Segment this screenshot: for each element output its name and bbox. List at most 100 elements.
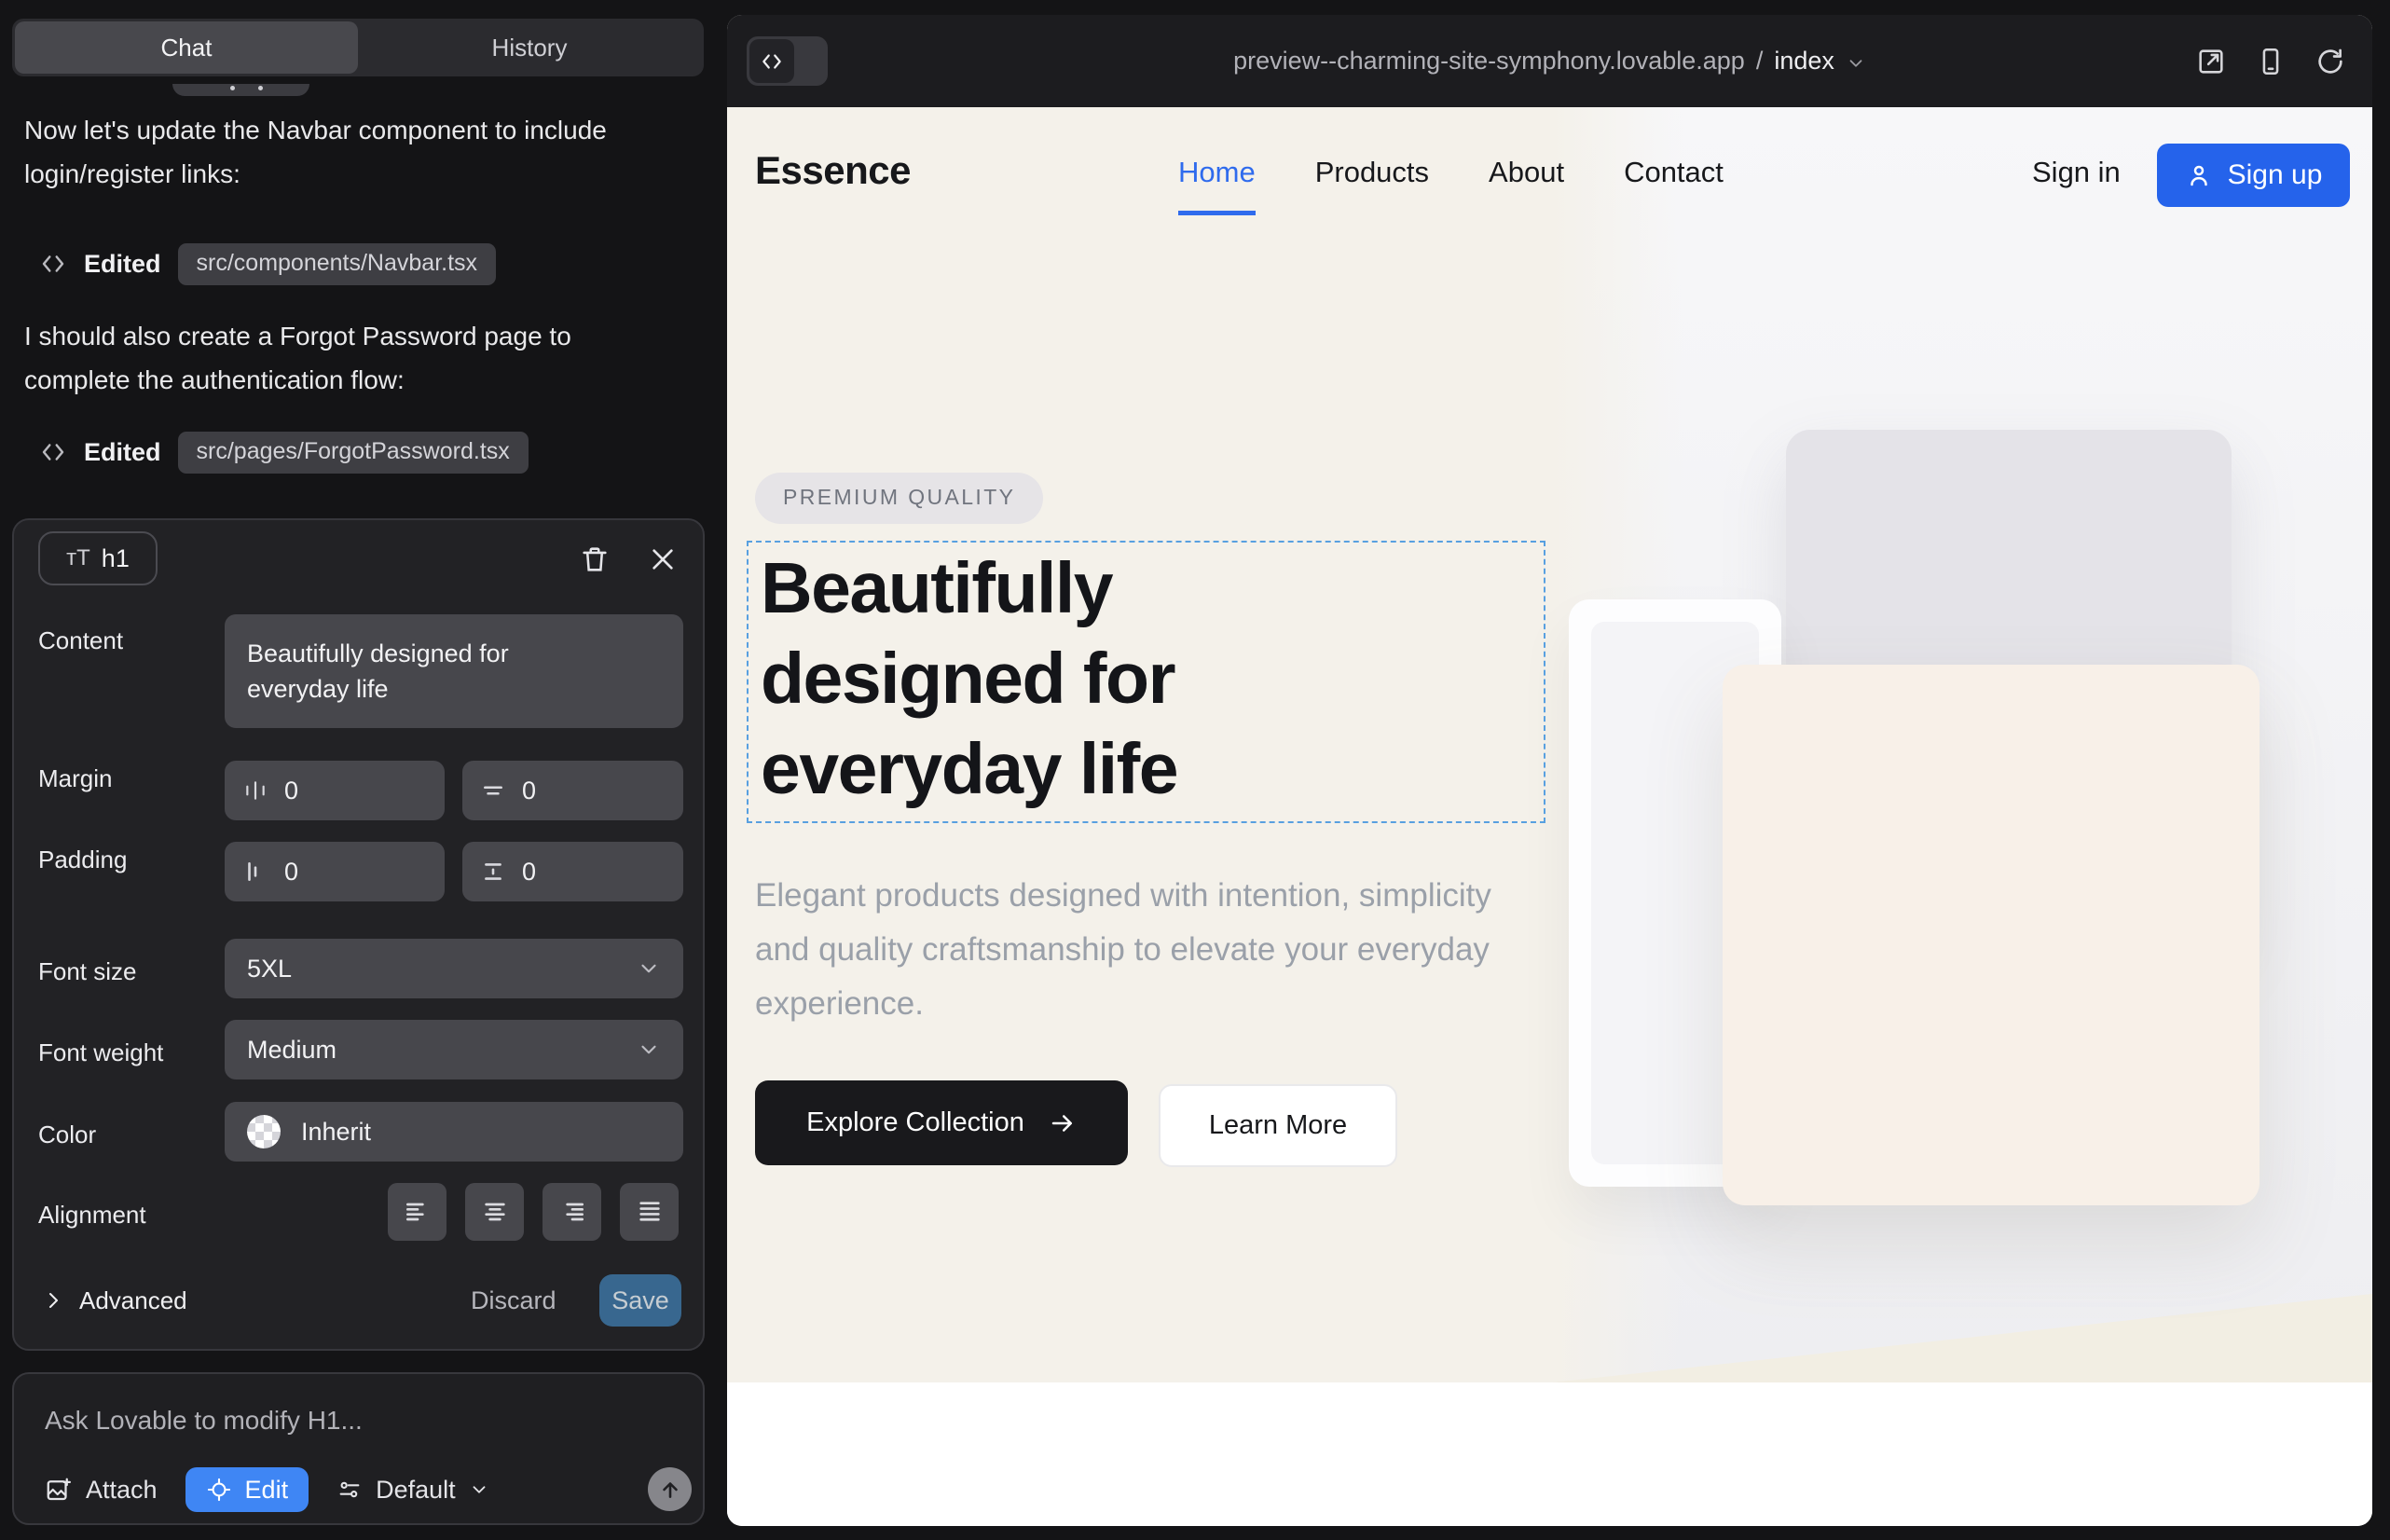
align-center-icon <box>480 1197 510 1227</box>
edit-label: Edit <box>245 1476 289 1505</box>
open-external-button[interactable] <box>2195 46 2227 77</box>
mobile-view-button[interactable] <box>2255 46 2287 77</box>
trash-icon <box>579 543 611 575</box>
explore-collection-button[interactable]: Explore Collection <box>755 1080 1128 1165</box>
font-size-select[interactable]: 5XL <box>225 939 683 998</box>
align-left-icon <box>403 1197 433 1227</box>
app-root: Chat History Now let's update the Navbar… <box>0 0 2390 1540</box>
margin-vertical-icon <box>481 778 505 803</box>
padding-horizontal-icon <box>243 859 268 884</box>
align-center-button[interactable] <box>465 1183 524 1241</box>
chat-message: Now let's update the Navbar component to… <box>24 108 621 196</box>
site-logo[interactable]: Essence <box>755 148 911 193</box>
attach-label: Attach <box>86 1476 158 1505</box>
edited-label: Edited <box>84 438 161 467</box>
preview-actions <box>2195 15 2346 107</box>
arrow-up-icon <box>658 1478 682 1502</box>
element-editor-panel: тT h1 Content Beautifully designed for e… <box>12 518 705 1351</box>
url-page: index <box>1774 47 1834 76</box>
advanced-toggle[interactable]: Advanced <box>42 1272 187 1329</box>
color-select[interactable]: Inherit <box>225 1102 683 1162</box>
explore-collection-label: Explore Collection <box>806 1107 1024 1138</box>
edited-file-row: Edited src/components/Navbar.tsx <box>39 242 496 285</box>
padding-x-input[interactable]: 0 <box>225 842 445 901</box>
file-chip[interactable]: src/components/Navbar.tsx <box>178 243 497 285</box>
align-right-button[interactable] <box>543 1183 601 1241</box>
transparency-swatch-icon <box>247 1115 281 1148</box>
discard-button[interactable]: Discard <box>471 1272 556 1329</box>
edit-mode-button[interactable]: Edit <box>185 1467 309 1512</box>
target-icon <box>206 1477 232 1503</box>
sign-in-link[interactable]: Sign in <box>2032 156 2121 189</box>
preview-window: preview--charming-site-symphony.lovable.… <box>727 15 2372 1526</box>
preview-url: preview--charming-site-symphony.lovable.… <box>1233 47 1745 76</box>
arrow-right-icon <box>1049 1109 1077 1137</box>
margin-y-value: 0 <box>522 777 536 805</box>
font-weight-value: Medium <box>247 1036 337 1065</box>
color-label: Color <box>38 1121 96 1149</box>
close-editor-button[interactable] <box>644 541 681 578</box>
file-chip[interactable]: src/pages/ForgotPassword.tsx <box>178 432 529 474</box>
padding-y-input[interactable]: 0 <box>462 842 683 901</box>
nav-link-home[interactable]: Home <box>1178 156 1256 189</box>
chevron-down-icon <box>637 956 661 981</box>
nav-link-products[interactable]: Products <box>1315 156 1429 189</box>
align-left-button[interactable] <box>388 1183 446 1241</box>
content-input[interactable]: Beautifully designed for everyday life <box>225 614 683 728</box>
mobile-icon <box>2255 46 2287 77</box>
premium-quality-badge: PREMIUM QUALITY <box>755 473 1043 524</box>
preview-toolbar: preview--charming-site-symphony.lovable.… <box>727 15 2372 107</box>
margin-x-value: 0 <box>284 777 298 805</box>
chevron-down-icon <box>637 1038 661 1062</box>
sign-up-button[interactable]: Sign up <box>2157 144 2350 207</box>
font-size-value: 5XL <box>247 955 292 983</box>
url-dropdown[interactable]: preview--charming-site-symphony.lovable.… <box>727 15 2372 107</box>
learn-more-button[interactable]: Learn More <box>1159 1084 1397 1167</box>
hero-description: Elegant products designed with intention… <box>755 869 1501 1031</box>
margin-x-input[interactable]: 0 <box>225 761 445 820</box>
nav-link-contact[interactable]: Contact <box>1624 156 1724 189</box>
default-mode-dropdown[interactable]: Default <box>337 1476 489 1505</box>
hero-section: Essence Home Products About Contact Sign… <box>727 107 2372 1382</box>
user-icon <box>2185 161 2213 189</box>
scrolled-chip-fragment <box>172 84 309 96</box>
padding-x-value: 0 <box>284 858 298 887</box>
chat-composer: Ask Lovable to modify H1... Attach Edit … <box>12 1372 705 1525</box>
refresh-button[interactable] <box>2314 46 2346 77</box>
image-plus-icon <box>45 1476 73 1504</box>
edited-label: Edited <box>84 250 161 279</box>
edited-file-row: Edited src/pages/ForgotPassword.tsx <box>39 431 529 474</box>
alignment-label: Alignment <box>38 1201 146 1230</box>
content-value: Beautifully designed for everyday life <box>247 636 555 707</box>
send-button[interactable] <box>648 1467 692 1511</box>
margin-y-input[interactable]: 0 <box>462 761 683 820</box>
decor-card-cream <box>1723 665 2260 1205</box>
type-icon: тT <box>66 545 90 571</box>
site-canvas: Essence Home Products About Contact Sign… <box>727 107 2372 1526</box>
save-button[interactable]: Save <box>599 1274 681 1327</box>
delete-element-button[interactable] <box>576 541 613 578</box>
font-size-label: Font size <box>38 957 137 986</box>
composer-toolbar: Attach Edit Default <box>45 1467 489 1512</box>
site-nav: Home Products About Contact <box>1178 156 1724 189</box>
selected-element-tag[interactable]: тT h1 <box>38 531 158 585</box>
element-tag-label: h1 <box>102 544 130 573</box>
align-justify-button[interactable] <box>620 1183 679 1241</box>
margin-label: Margin <box>38 764 112 793</box>
nav-link-about[interactable]: About <box>1489 156 1564 189</box>
external-link-icon <box>2195 46 2227 77</box>
tab-chat[interactable]: Chat <box>15 21 358 74</box>
composer-input[interactable]: Ask Lovable to modify H1... <box>45 1406 363 1436</box>
attach-button[interactable]: Attach <box>45 1476 158 1505</box>
padding-vertical-icon <box>481 859 505 884</box>
tab-history[interactable]: History <box>358 21 701 74</box>
code-icon <box>39 250 67 278</box>
sliders-icon <box>337 1477 363 1503</box>
refresh-icon <box>2314 46 2346 77</box>
font-weight-select[interactable]: Medium <box>225 1020 683 1079</box>
padding-label: Padding <box>38 846 127 874</box>
chevron-right-icon <box>42 1289 64 1312</box>
default-label: Default <box>376 1476 456 1505</box>
content-label: Content <box>38 626 123 655</box>
hero-headline[interactable]: Beautifully designed for everyday life <box>761 543 1320 815</box>
